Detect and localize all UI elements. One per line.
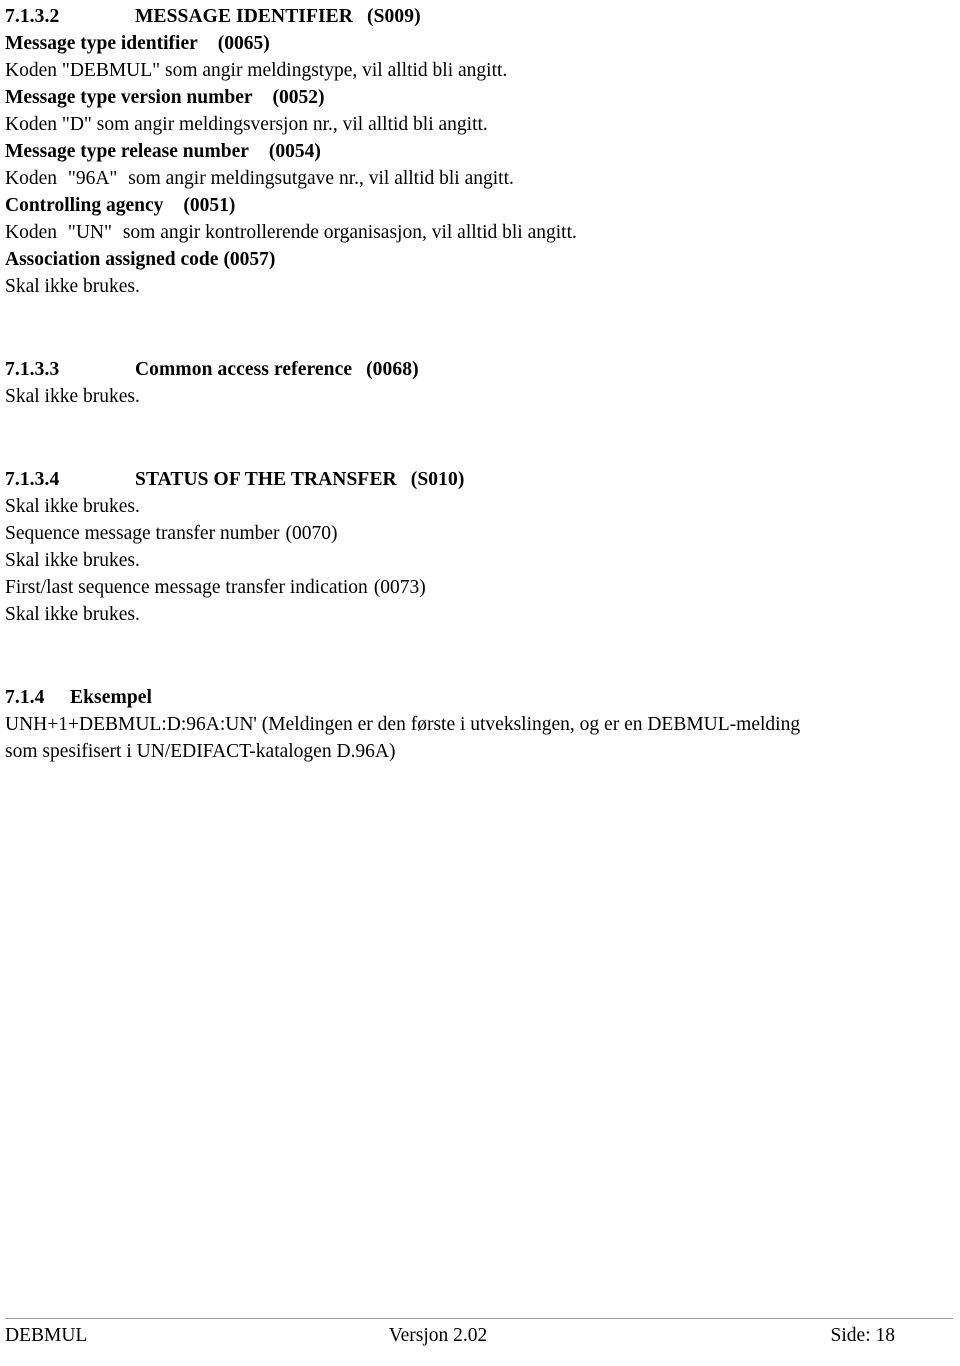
element-code: (0065) [217, 33, 270, 54]
element-name-0052: Message type version number (0052) [5, 84, 955, 111]
element-description-0051: Koden "UN" som angir kontrollerende orga… [5, 219, 955, 246]
section-number: 7.1.3.3 [5, 359, 60, 380]
description-code-value: "UN" [67, 222, 112, 243]
element-name-0070: Sequence message transfer number (0070) [5, 520, 955, 547]
footer-version: Versjon 2.02 [388, 1325, 488, 1346]
section-title: STATUS OF THE TRANSFER [135, 469, 397, 490]
element-label: Message type release number [5, 141, 249, 162]
element-code: (0073) [373, 577, 426, 598]
element-name-0073: First/last sequence message transfer ind… [5, 574, 955, 601]
document-page: 7.1.3.2 MESSAGE IDENTIFIER (S009) Message … [0, 0, 960, 1366]
element-label: Message type identifier [5, 33, 198, 54]
element-name-0051: Controlling agency (0051) [5, 192, 955, 219]
section-title: MESSAGE IDENTIFIER [135, 6, 353, 27]
section-title: Common access reference [135, 359, 353, 380]
section-heading-7-1-3-3: 7.1.3.3 Common access reference (0068) [5, 356, 955, 383]
element-code: (0051) [183, 195, 236, 216]
description-suffix: som angir meldingsutgave nr., vil alltid… [128, 168, 514, 189]
description-code-value: "96A" [67, 168, 118, 189]
element-description-0054: Koden "96A" som angir meldingsutgave nr.… [5, 165, 955, 192]
element-label: Message type version number [5, 87, 253, 108]
element-description-0065: Koden "DEBMUL" som angir meldingstype, v… [5, 60, 508, 81]
section-body-7-1-3-3: Skal ikke brukes. [5, 386, 140, 407]
element-code: (0070) [285, 523, 338, 544]
section-heading-7-1-3-2: 7.1.3.2 MESSAGE IDENTIFIER (S009) [5, 3, 955, 30]
footer-divider [5, 1318, 953, 1319]
element-name-0057: Association assigned code (0057) [5, 246, 955, 273]
section-body-7-1-3-4: Skal ikke brukes. [5, 496, 140, 517]
element-code: (0054) [268, 141, 321, 162]
element-code: (0052) [272, 87, 325, 108]
page-footer: DEBMUL Versjon 2.02 Side: 18 [5, 1318, 953, 1355]
document-content: 7.1.3.2 MESSAGE IDENTIFIER (S009) Message … [5, 3, 955, 765]
section-title: Eksempel [70, 687, 153, 708]
element-code: (0057) [223, 249, 276, 270]
example-line-1: UNH+1+DEBMUL:D:96A:UN' (Meldingen er den… [5, 714, 801, 735]
description-prefix: Koden [5, 168, 57, 189]
description-suffix: som angir kontrollerende organisasjon, v… [122, 222, 577, 243]
element-description-0073: Skal ikke brukes. [5, 604, 140, 625]
example-line-2: som spesifisert i UN/EDIFACT-katalogen D… [5, 741, 396, 762]
section-number: 7.1.3.2 [5, 6, 60, 27]
element-label: Controlling agency [5, 195, 164, 216]
section-code: (S009) [366, 6, 421, 27]
section-number: 7.1.3.4 [5, 469, 60, 490]
element-description-0070: Skal ikke brukes. [5, 550, 140, 571]
element-name-0065: Message type identifier (0065) [5, 30, 955, 57]
element-label: First/last sequence message transfer ind… [5, 577, 368, 598]
footer-row: DEBMUL Versjon 2.02 Side: 18 [5, 1323, 953, 1355]
section-heading-7-1-4: 7.1.4 Eksempel [5, 684, 955, 711]
description-prefix: Koden [5, 222, 57, 243]
element-description-0052: Koden "D" som angir meldingsversjon nr.,… [5, 114, 488, 135]
element-name-0054: Message type release number (0054) [5, 138, 955, 165]
section-heading-7-1-3-4: 7.1.3.4 STATUS OF THE TRANSFER (S010) [5, 466, 955, 493]
element-description-0057: Skal ikke brukes. [5, 276, 140, 297]
section-code: (S010) [410, 469, 465, 490]
footer-page-number: Side: 18 [830, 1325, 895, 1346]
element-label: Sequence message transfer number [5, 523, 280, 544]
section-code: (0068) [366, 359, 419, 380]
element-label: Association assigned code [5, 249, 219, 270]
section-number: 7.1.4 [5, 687, 45, 708]
